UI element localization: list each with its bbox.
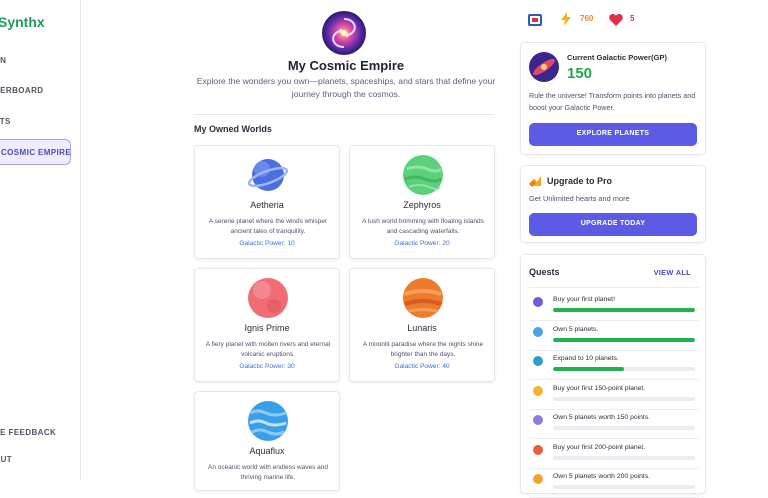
world-description: A fiery planet with molten rivers and et…: [205, 341, 331, 358]
quest-progress-bar: [553, 308, 695, 312]
quest-planet-icon: [533, 326, 543, 337]
quest-row[interactable]: Expand to 10 planets.: [529, 352, 699, 380]
world-card-zephyros[interactable]: Zephyros A lush world brimming with floa…: [349, 145, 495, 259]
world-card-aquaflux[interactable]: Aquaflux An oceanic world with endless w…: [194, 391, 340, 491]
brand-logo[interactable]: Synthx: [0, 14, 45, 30]
divider: [194, 114, 494, 115]
pro-title: Upgrade to Pro: [547, 176, 613, 186]
flag-icon[interactable]: [528, 13, 542, 26]
quest-row[interactable]: Buy your first 150-point planet.: [529, 382, 699, 410]
quest-row[interactable]: Own 5 planets.: [529, 323, 699, 351]
world-card-aetheria[interactable]: Aetheria A serene planet where the winds…: [194, 145, 340, 259]
sidebar-item-logout[interactable]: OUT: [0, 455, 12, 464]
page-subtitle: Explore the wonders you own—planets, spa…: [196, 76, 496, 99]
quests-title: Quests: [529, 267, 560, 277]
upgrade-pro-panel: Upgrade to Pro Get Unlimited hearts and …: [520, 165, 706, 243]
quest-label: Buy your first 200-point planet.: [553, 443, 646, 451]
quest-row[interactable]: Buy your first 200-point planet.: [529, 441, 699, 469]
energy-icon: [560, 12, 572, 31]
world-name: Aetheria: [250, 200, 284, 210]
quest-planet-icon: [533, 297, 543, 307]
power-label: Current Galactic Power(GP): [567, 53, 668, 62]
power-description: Rule the universe! Transform points into…: [529, 91, 696, 112]
quest-label: Own 5 planets worth 150 points.: [553, 414, 651, 421]
world-description: A serene planet where the winds whisper …: [208, 218, 328, 235]
world-power: Galactic Power: 40: [394, 363, 450, 370]
quest-planet-icon: [533, 356, 543, 366]
quest-progress-bar: [553, 367, 695, 371]
sidebar-item-leaderboard[interactable]: DERBOARD: [0, 86, 43, 95]
quest-planet-icon: [533, 385, 543, 396]
main-content: My Cosmic Empire Explore the wonders you…: [81, 0, 511, 491]
quest-row[interactable]: Own 5 planets worth 200 points.: [529, 470, 699, 498]
galactic-power-panel: Current Galactic Power(GP) 150 Rule the …: [520, 42, 706, 155]
planet-zephyros-icon: [403, 155, 443, 195]
galaxy-logo-icon: [321, 10, 367, 56]
sidebar-item-cosmic-empire[interactable]: COSMIC EMPIRE: [0, 139, 71, 165]
world-power: Galactic Power: 10: [239, 240, 295, 247]
power-value: 150: [567, 65, 593, 82]
world-card-ignis-prime[interactable]: Ignis Prime A fiery planet with molten r…: [194, 268, 340, 382]
quest-label: Own 5 planets worth 200 points.: [553, 473, 651, 480]
quest-label: Own 5 planets.: [553, 325, 599, 333]
quest-progress-fill: [553, 367, 624, 371]
quest-progress-fill: [553, 308, 695, 312]
sidebar-item-quests[interactable]: STS: [0, 117, 11, 126]
quest-progress-bar: [553, 396, 695, 401]
upgrade-today-button[interactable]: UPGRADE TODAY: [529, 213, 697, 236]
quest-progress-fill: [553, 337, 695, 342]
world-description: An oceanic world with endless waves and …: [208, 464, 328, 481]
quests-divider: [529, 287, 699, 288]
section-title: My Owned Worlds: [194, 124, 272, 134]
quest-row[interactable]: Own 5 planets worth 150 points.: [529, 411, 699, 439]
world-name: Lunaris: [407, 323, 437, 333]
quest-row[interactable]: Buy your first planet!: [529, 293, 699, 321]
quest-progress-bar: [553, 337, 695, 342]
world-name: Ignis Prime: [244, 323, 290, 333]
quest-planet-icon: [533, 415, 543, 425]
world-power: Galactic Power: 30: [239, 363, 295, 370]
heart-icon: [609, 13, 623, 31]
world-card-lunaris[interactable]: Lunaris A moonlit paradise where the nig…: [349, 268, 495, 382]
planet-ignis-prime-icon: [248, 278, 288, 318]
hearts-count: 5: [630, 14, 635, 23]
galaxy-power-icon: [529, 52, 559, 82]
view-all-link[interactable]: VIEW ALL: [654, 268, 691, 277]
world-description: A lush world brimming with floating isla…: [362, 218, 484, 235]
planet-aetheria-icon: [247, 155, 289, 195]
planet-aquaflux-icon: [248, 401, 288, 441]
pro-description: Get Unlimited hearts and more: [529, 194, 630, 203]
quests-panel: Quests VIEW ALL Buy your first planet! Ow…: [520, 254, 706, 498]
world-name: Zephyros: [403, 200, 441, 210]
planet-lunaris-icon: [403, 278, 443, 318]
energy-count: 760: [580, 14, 594, 23]
quest-planet-icon: [533, 474, 543, 484]
world-power: Galactic Power: 20: [394, 240, 450, 247]
quest-label: Buy your first 150-point planet.: [553, 384, 646, 392]
quest-label: Expand to 10 planets.: [553, 355, 619, 362]
sidebar-item-feedback[interactable]: RE FEEDBACK: [0, 428, 56, 437]
world-name: Aquaflux: [249, 446, 285, 456]
quest-progress-bar: [553, 426, 695, 430]
quest-label: Buy your first planet!: [553, 296, 615, 303]
quest-progress-bar: [553, 485, 695, 489]
page-title: My Cosmic Empire: [287, 58, 405, 73]
world-description: A moonlit paradise where the nights shin…: [362, 341, 484, 358]
sidebar-item-learn[interactable]: RN: [0, 56, 6, 65]
quest-planet-icon: [533, 444, 543, 455]
pro-icon: [529, 174, 543, 193]
sidebar: Synthx RN DERBOARD STS COSMIC EMPIRE P R…: [0, 0, 81, 480]
explore-planets-button[interactable]: EXPLORE PLANETS: [529, 123, 697, 146]
quest-progress-bar: [553, 455, 695, 460]
